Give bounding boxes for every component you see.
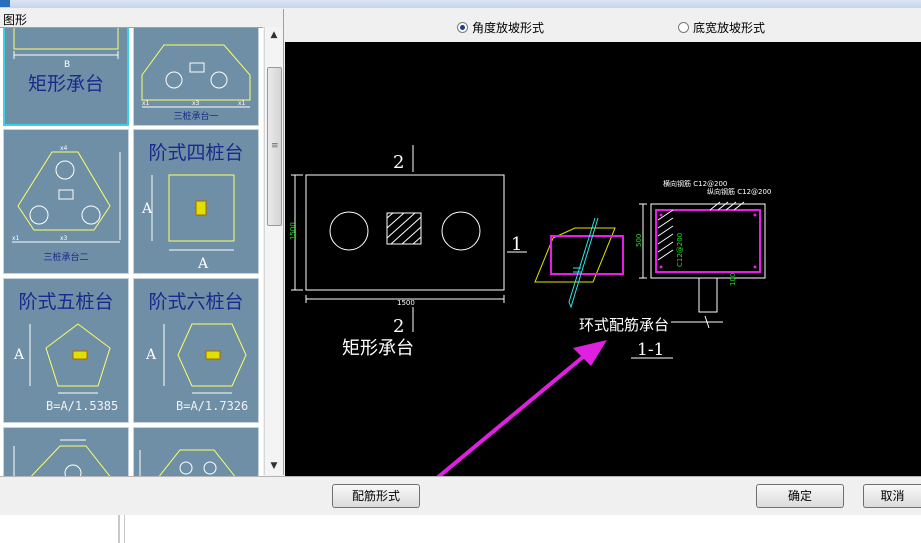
svg-text:A: A: [145, 347, 157, 363]
thumbnail-step-seven-pile[interactable]: [3, 427, 129, 476]
group-label: 图形: [3, 13, 28, 27]
thumbnail-caption: 三桩承台二: [43, 253, 89, 263]
title-bar: [0, 0, 921, 8]
svg-text:x1: x1: [238, 100, 246, 107]
plan-title: 矩形承台: [342, 338, 414, 359]
thumbnail-step-eight-pile[interactable]: [133, 427, 259, 476]
pile-stub: [698, 278, 718, 313]
dim-depth: 500: [635, 234, 643, 247]
background-divider: [118, 515, 120, 543]
radio-label: 底宽放坡形式: [693, 21, 766, 35]
cap-outline: [305, 174, 505, 291]
ok-button[interactable]: 确定: [756, 484, 844, 508]
radio-label: 角度放坡形式: [472, 21, 545, 35]
pile-circle-right: [441, 211, 481, 251]
radio-dot-icon: [457, 22, 468, 33]
radio-dot-icon: [678, 22, 689, 33]
thumbnail-title: 阶式六桩台: [148, 291, 244, 313]
cancel-button[interactable]: 取消: [863, 484, 921, 508]
preview-canvas: 2 2 1 1500 1500 矩形承台 横向钢筋 C12@200 纵向钢筋 C…: [285, 42, 921, 476]
thumbnail-rect-cap[interactable]: B 矩形承台: [3, 28, 129, 126]
dim-small: 100: [729, 273, 737, 286]
section-outline: [650, 203, 766, 279]
svg-text:x4: x4: [60, 145, 68, 152]
slope-mode-bar: 角度放坡形式 底宽放坡形式: [285, 9, 921, 42]
section-mark-bottom: 2: [393, 316, 404, 337]
preview-drawing: 2 2 1 1500 1500 矩形承台 横向钢筋 C12@200 纵向钢筋 C…: [289, 145, 771, 476]
svg-text:A: A: [141, 201, 153, 217]
thumbnail-three-pile-two[interactable]: x1 x3 x4 三桩承台二: [3, 129, 129, 274]
svg-text:x1: x1: [142, 100, 150, 107]
dialog-button-bar: 配筋形式 确定 取消: [0, 476, 921, 516]
svg-text:A: A: [197, 256, 209, 272]
shape-panel: 图形 B 矩形承台 x1 x3 x1 三桩承台一 x1 x3 x4 三桩承台二 …: [0, 9, 284, 476]
app-icon: [0, 0, 10, 7]
shape-grid: B 矩形承台 x1 x3 x1 三桩承台一 x1 x3 x4 三桩承台二 A A…: [0, 27, 263, 476]
thumbnail-formula: B=A/1.5385: [46, 399, 119, 413]
ring-rebar-title: 环式配筋承台: [579, 316, 669, 334]
radio-base-width-slope[interactable]: 底宽放坡形式: [678, 19, 765, 36]
scroll-thumb[interactable]: ≡: [267, 67, 282, 226]
svg-text:A: A: [13, 347, 25, 363]
shape-list-scrollbar[interactable]: ▲ ≡ ▼: [264, 27, 283, 475]
dim-height: 1500: [289, 222, 297, 240]
rebar-form-button[interactable]: 配筋形式: [332, 484, 420, 508]
background-divider: [124, 515, 125, 543]
background-window: [0, 515, 921, 543]
thumbnail-title: 矩形承台: [27, 73, 104, 95]
radio-angle-slope[interactable]: 角度放坡形式: [457, 19, 544, 36]
rebar-side-label: C12@200: [676, 233, 684, 267]
thumbnail-step-six-pile[interactable]: A 阶式六桩台 B=A/1.7326: [133, 278, 259, 423]
dim-width: 1500: [397, 299, 415, 307]
scroll-down-arrow-icon[interactable]: ▼: [265, 458, 283, 475]
rebar-vertical-label: 纵向钢筋 C12@200: [707, 187, 771, 196]
annotation-arrow: [436, 350, 591, 476]
pile-circle-left: [329, 211, 369, 251]
rebar-horizontal-label: 横向钢筋 C12@200: [663, 179, 727, 188]
thumbnail-title: 阶式四桩台: [148, 142, 244, 164]
svg-text:x1: x1: [12, 235, 20, 242]
svg-text:x3: x3: [60, 235, 68, 242]
scroll-up-arrow-icon[interactable]: ▲: [265, 27, 283, 44]
slope-axis: [568, 217, 599, 309]
thumbnail-formula: B=A/1.7326: [176, 399, 249, 413]
thumbnail-step-five-pile[interactable]: A 阶式五桩台 B=A/1.5385: [3, 278, 129, 423]
section-mark-right: 1: [511, 234, 522, 255]
section-mark-top: 2: [393, 152, 404, 173]
thumbnail-three-pile-one[interactable]: x1 x3 x1 三桩承台一: [133, 28, 259, 126]
thumbnail-caption: 三桩承台一: [173, 112, 219, 122]
svg-text:x3: x3: [192, 100, 200, 107]
thumbnail-step-four-pile[interactable]: A A 阶式四桩台: [133, 129, 259, 274]
section-title: 1-1: [637, 340, 664, 360]
thumbnail-title: 阶式五桩台: [18, 291, 114, 313]
column-hatch: [386, 212, 422, 245]
